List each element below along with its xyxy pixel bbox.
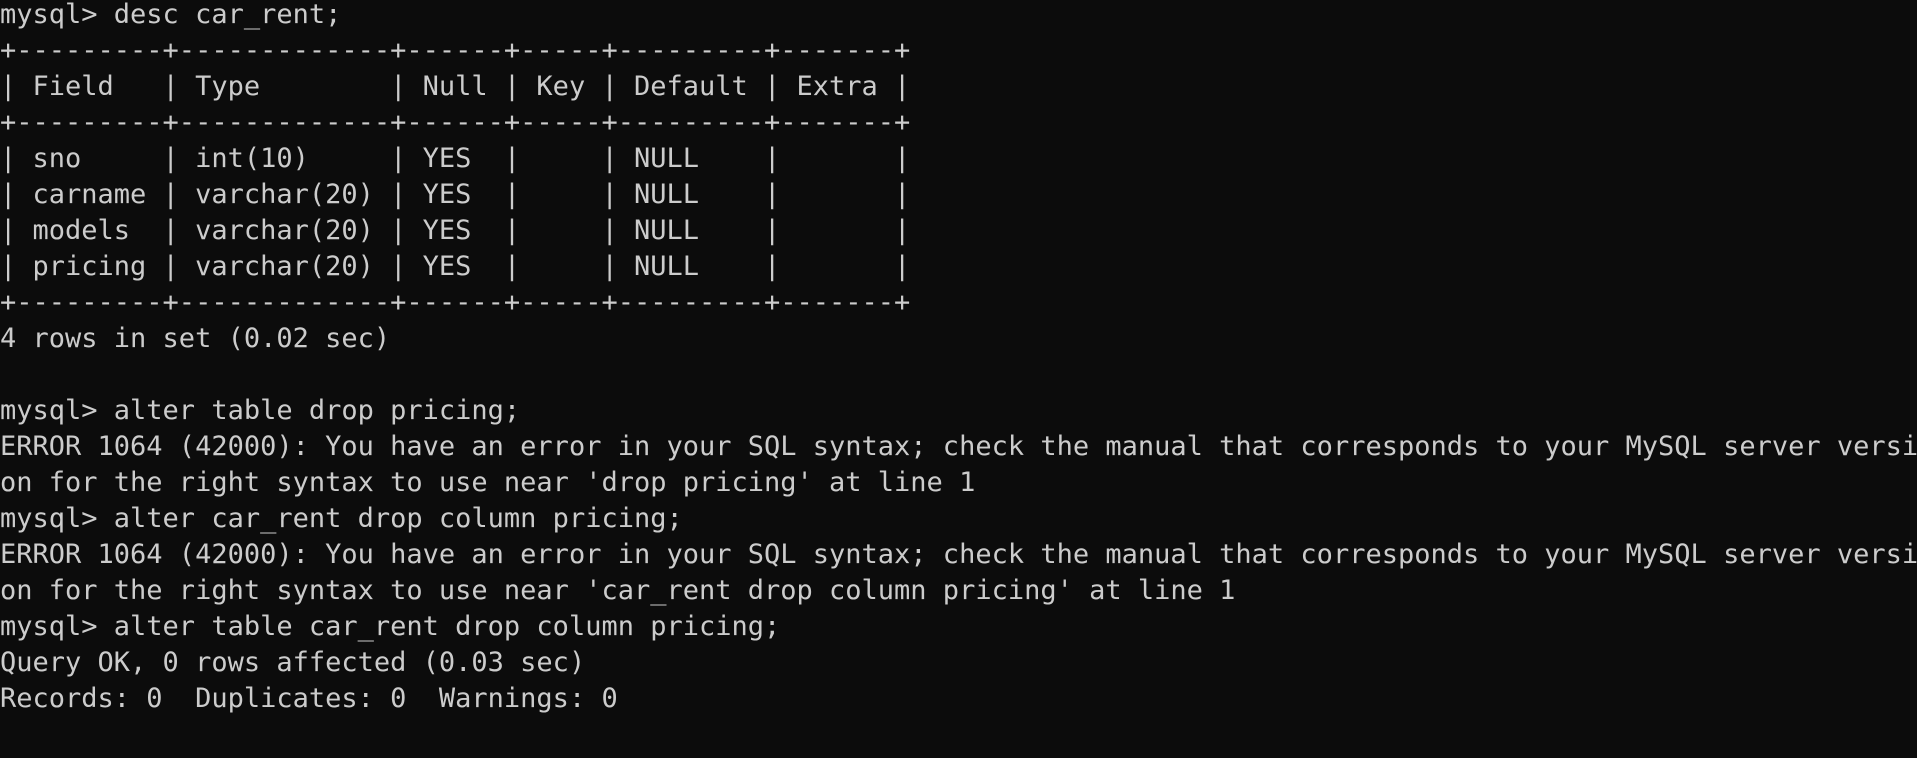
table-border: +---------+-------------+------+-----+--… <box>0 35 911 66</box>
prompt-line: mysql> alter car_rent drop column pricin… <box>0 503 683 534</box>
result-summary: Query OK, 0 rows affected (0.03 sec) <box>0 647 586 678</box>
error-message: on for the right syntax to use near 'dro… <box>0 467 976 498</box>
table-row: | sno | int(10) | YES | | NULL | | <box>0 143 911 174</box>
error-message: ERROR 1064 (42000): You have an error in… <box>0 539 1917 570</box>
error-message: on for the right syntax to use near 'car… <box>0 575 1236 606</box>
table-border: +---------+-------------+------+-----+--… <box>0 287 911 318</box>
table-row: | models | varchar(20) | YES | | NULL | … <box>0 215 911 246</box>
table-row: | pricing | varchar(20) | YES | | NULL |… <box>0 251 911 282</box>
prompt-line: mysql> alter table drop pricing; <box>0 395 521 426</box>
table-border: +---------+-------------+------+-----+--… <box>0 107 911 138</box>
terminal-window[interactable]: mysql> desc car_rent; +---------+-------… <box>0 0 1917 758</box>
error-message: ERROR 1064 (42000): You have an error in… <box>0 431 1917 462</box>
terminal-output: mysql> desc car_rent; +---------+-------… <box>0 0 1917 717</box>
prompt-line: mysql> desc car_rent; <box>0 0 342 30</box>
table-row: | carname | varchar(20) | YES | | NULL |… <box>0 179 911 210</box>
table-header-row: | Field | Type | Null | Key | Default | … <box>0 71 911 102</box>
prompt-line: mysql> alter table car_rent drop column … <box>0 611 781 642</box>
result-summary: Records: 0 Duplicates: 0 Warnings: 0 <box>0 683 618 714</box>
result-summary: 4 rows in set (0.02 sec) <box>0 323 391 354</box>
